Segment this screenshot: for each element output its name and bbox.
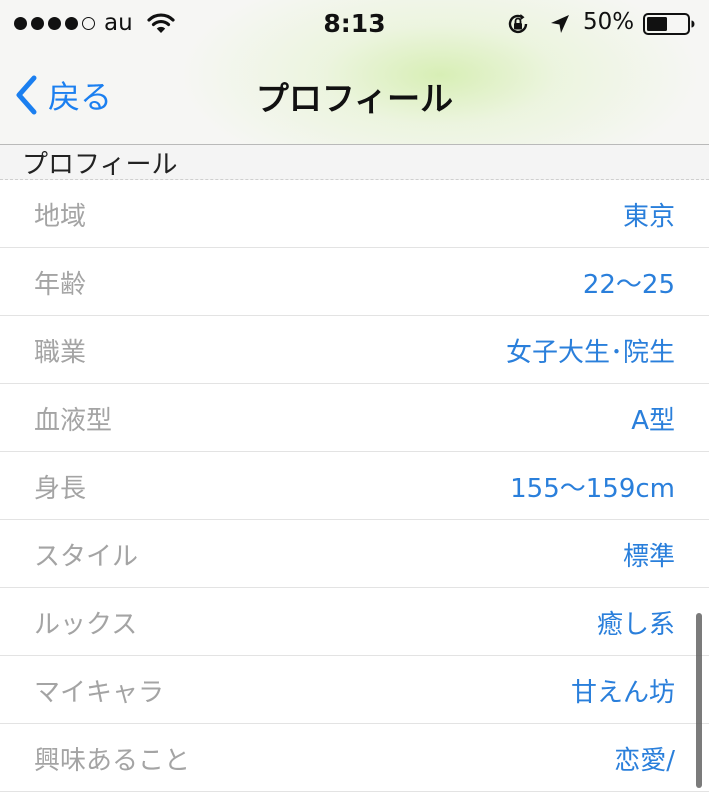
navigation-bar: 戻る プロフィール xyxy=(0,48,709,144)
profile-row-label: マイキャラ xyxy=(34,678,165,708)
profile-row: マイキャラ 甘えん坊 xyxy=(0,656,709,724)
profile-list: 地域 東京年齢 22〜25 職業 女子大生･院生血液型 A型身長 155〜159cm スタイル… xyxy=(0,180,709,792)
profile-row-value: A型 xyxy=(631,406,675,436)
battery-percentage: 50% xyxy=(583,9,635,35)
profile-row-label: 職業 xyxy=(34,338,87,368)
profile-row: 年齢 22〜25 xyxy=(0,248,709,316)
section-header: プロフィール xyxy=(0,145,709,180)
location-icon xyxy=(551,15,569,33)
profile-row: スタイル 標準 xyxy=(0,520,709,588)
orientation-lock-icon xyxy=(508,14,528,34)
profile-row: 職業 女子大生･院生 xyxy=(0,316,709,384)
profile-row-value: 甘えん坊 xyxy=(570,678,675,708)
profile-row-label: ルックス xyxy=(34,610,138,640)
profile-row-label: 興味あること xyxy=(34,746,191,776)
profile-row-label: 地域 xyxy=(34,202,87,232)
profile-row: 興味あること 恋愛/ xyxy=(0,724,709,792)
profile-row-value: 女子大生･院生 xyxy=(505,338,675,368)
scrollbar[interactable] xyxy=(696,613,702,788)
profile-row: 地域 東京 xyxy=(0,180,709,248)
profile-row: ルックス 癒し系 xyxy=(0,588,709,656)
header: au 8:13 50% 戻る プロフィール xyxy=(0,0,709,145)
profile-row-value: 22〜25 xyxy=(582,270,675,300)
profile-row-value: 標準 xyxy=(622,542,675,572)
profile-row-label: 年齢 xyxy=(34,270,87,300)
profile-row-label: 血液型 xyxy=(34,406,113,436)
profile-row-value: 155〜159cm xyxy=(510,474,675,504)
profile-row-label: 身長 xyxy=(34,474,87,504)
profile-row: 血液型 A型 xyxy=(0,384,709,452)
battery-icon xyxy=(643,13,695,35)
screen: au 8:13 50% 戻る プロフィール プロフィール 地域 東京 年齢 22… xyxy=(0,0,709,800)
profile-row-value: 東京 xyxy=(622,202,675,232)
profile-row-label: スタイル xyxy=(34,542,139,572)
profile-row: 身長 155〜159cm xyxy=(0,452,709,520)
profile-row-value: 癒し系 xyxy=(596,610,675,640)
page-title: プロフィール xyxy=(255,79,454,118)
section-title: プロフィール xyxy=(22,150,178,180)
profile-row-value: 恋愛/ xyxy=(614,746,675,776)
status-bar: au 8:13 50% xyxy=(0,0,709,48)
